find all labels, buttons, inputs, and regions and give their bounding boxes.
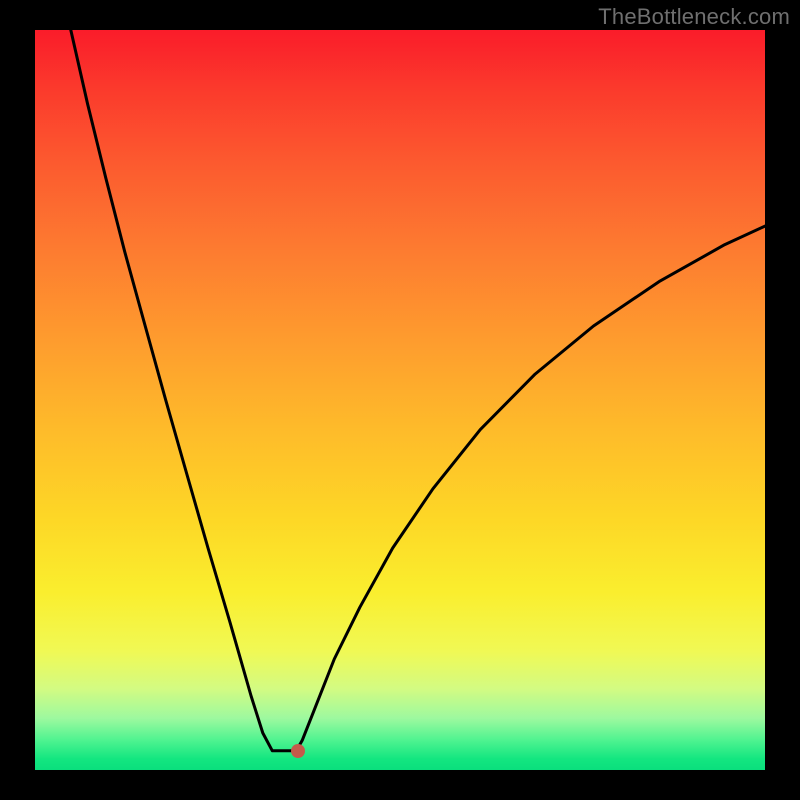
chart-frame: TheBottleneck.com <box>0 0 800 800</box>
curve-path <box>71 30 765 751</box>
plot-area <box>35 30 765 770</box>
minimum-marker-dot <box>291 744 305 758</box>
watermark-text: TheBottleneck.com <box>598 4 790 30</box>
bottleneck-curve <box>35 30 765 770</box>
